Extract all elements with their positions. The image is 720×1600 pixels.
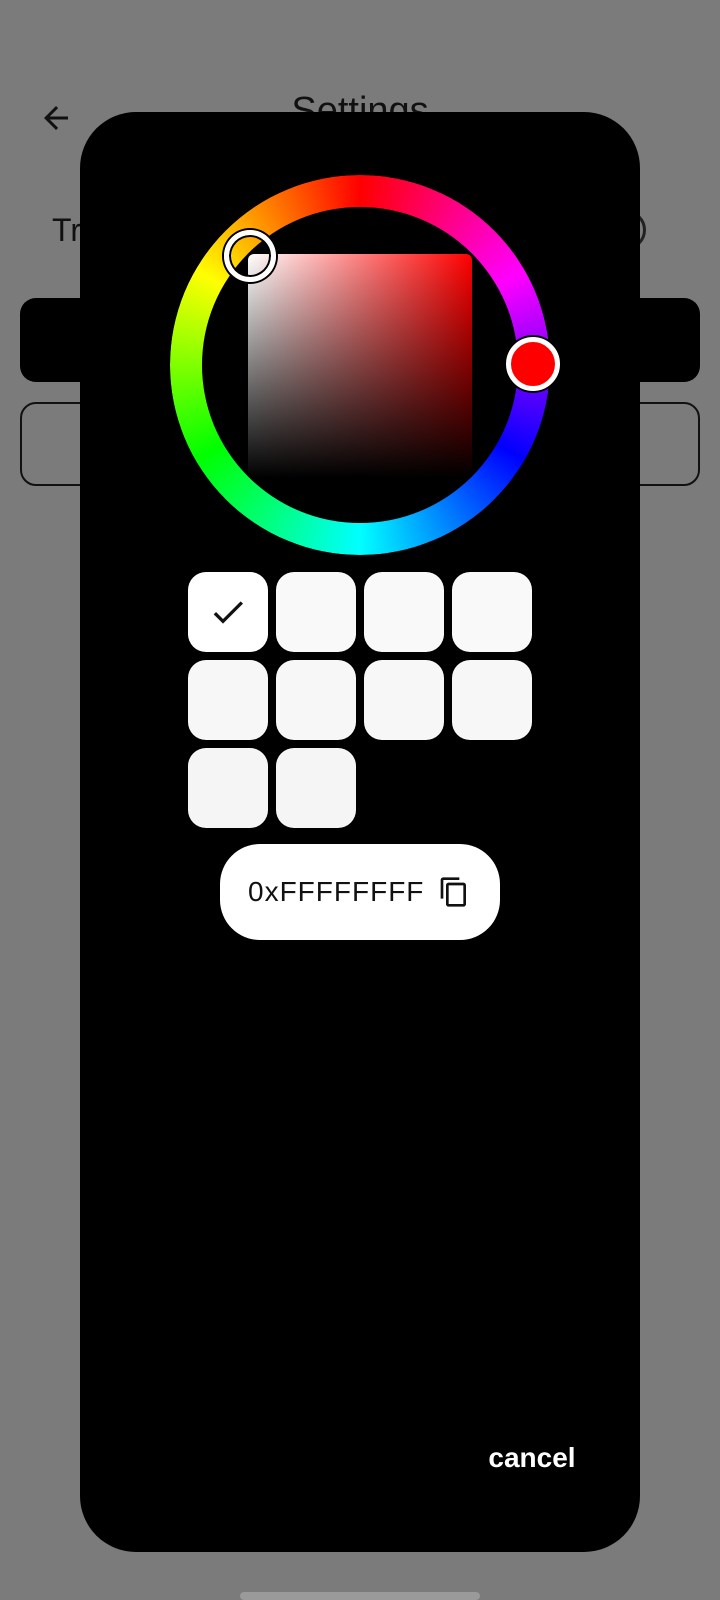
swatch[interactable]: [276, 572, 356, 652]
swatch[interactable]: [452, 660, 532, 740]
copy-icon: [440, 877, 466, 907]
hue-selector-handle[interactable]: [506, 337, 560, 391]
swatch[interactable]: [452, 572, 532, 652]
swatch[interactable]: [188, 748, 268, 828]
saturation-value-handle[interactable]: [224, 230, 276, 282]
swatch[interactable]: [276, 660, 356, 740]
hex-value-field[interactable]: 0xFFFFFFFF: [220, 844, 500, 940]
setting-row-label: Tr: [52, 212, 82, 248]
check-icon: [213, 601, 243, 624]
cancel-button[interactable]: cancel: [472, 1436, 592, 1480]
gesture-nav-bar: [240, 1592, 480, 1600]
swatch-selected[interactable]: [188, 572, 268, 652]
swatch[interactable]: [188, 660, 268, 740]
swatch[interactable]: [364, 572, 444, 652]
swatch[interactable]: [276, 748, 356, 828]
hex-value-text: 0xFFFFFFFF: [248, 876, 425, 907]
copy-button[interactable]: [436, 874, 472, 910]
saturation-value-square[interactable]: [248, 254, 472, 478]
swatch[interactable]: [364, 660, 444, 740]
swatch-grid: [188, 572, 534, 828]
